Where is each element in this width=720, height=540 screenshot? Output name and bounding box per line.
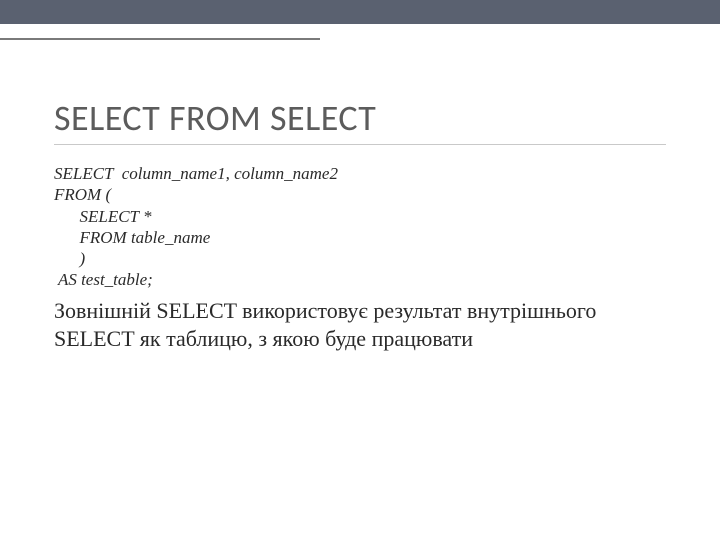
code-line: ): [54, 248, 666, 269]
top-decoration-bar: [0, 0, 720, 24]
top-horizontal-rule: [0, 38, 320, 40]
title-underline: [54, 144, 666, 145]
code-line: AS test_table;: [54, 269, 666, 290]
code-line: SELECT column_name1, column_name2: [54, 163, 666, 184]
code-line: FROM table_name: [54, 227, 666, 248]
slide-title: SELECT FROM SELECT: [54, 96, 666, 140]
slide-description: Зовнішній SELECT використовує результат …: [54, 297, 666, 354]
code-line: FROM (: [54, 184, 666, 205]
sql-code-block: SELECT column_name1, column_name2 FROM (…: [54, 163, 666, 291]
slide-content: SELECT FROM SELECT SELECT column_name1, …: [0, 24, 720, 354]
code-line: SELECT *: [54, 206, 666, 227]
